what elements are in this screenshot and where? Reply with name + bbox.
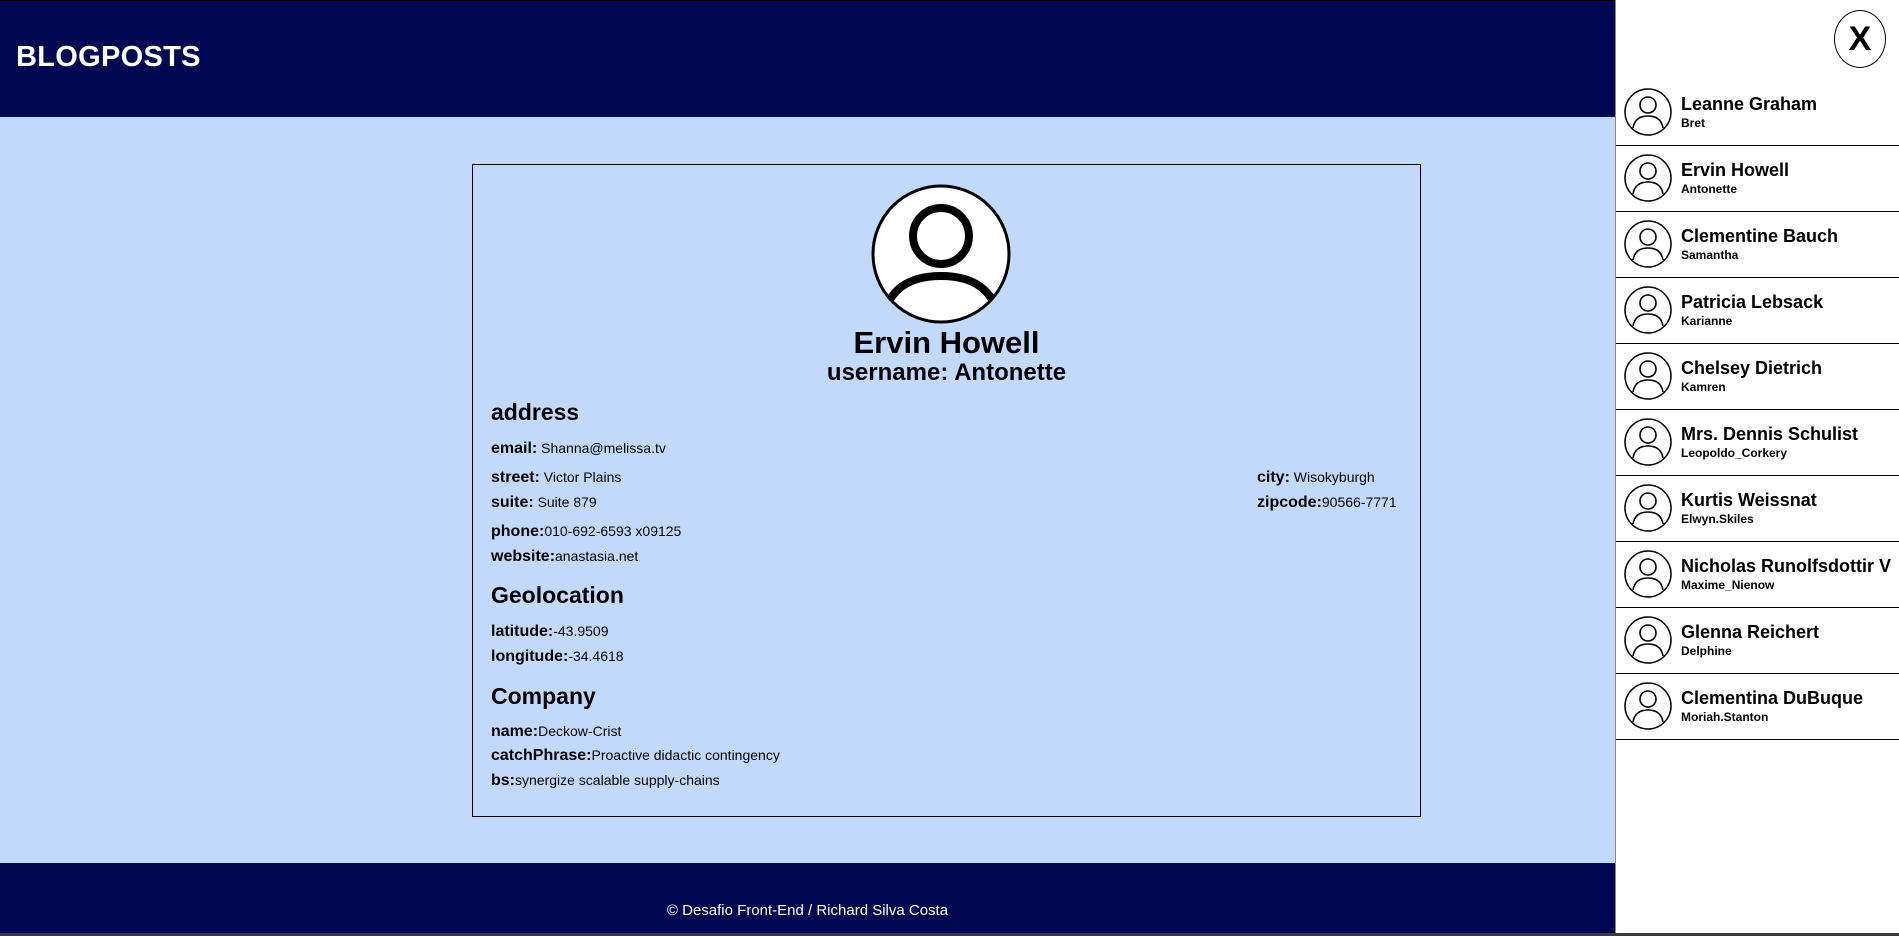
user-list-name: Chelsey Dietrich: [1681, 358, 1823, 378]
user-list-username: Samantha: [1681, 248, 1739, 262]
user-list-username: Moriah.Stanton: [1681, 710, 1769, 724]
user-list-item[interactable]: Ervin Howell Antonette: [1616, 146, 1899, 212]
user-avatar-icon: [1624, 352, 1672, 400]
bs-value: synergize scalable supply-chains: [515, 772, 720, 788]
city-value: Wisokyburgh: [1293, 469, 1375, 485]
user-list-item[interactable]: Mrs. Dennis Schulist Leopoldo_Corkery: [1616, 410, 1899, 476]
catchphrase-label: catchPhrase:: [491, 747, 592, 764]
zipcode-value: 90566-7771: [1321, 494, 1397, 510]
user-list-item[interactable]: Leanne Graham Bret: [1616, 80, 1899, 146]
user-list-item[interactable]: Nicholas Runolfsdottir V Maxime_Nienow: [1616, 542, 1899, 608]
longitude-row: longitude:-34.4618: [491, 648, 624, 666]
profile-card: Ervin Howell username: Antonette address…: [472, 164, 1421, 817]
latitude-value: -43.9509: [553, 623, 609, 639]
bs-label: bs:: [491, 772, 515, 789]
user-list-username: Kamren: [1681, 380, 1726, 394]
user-list: Leanne Graham Bret Ervin Howell Antonette Cl…: [1616, 80, 1899, 740]
user-list-name: Kurtis Weissnat: [1681, 490, 1817, 510]
user-list-username: Delphine: [1681, 644, 1732, 658]
profile-username: username: Antonette: [826, 359, 1067, 386]
user-avatar-icon: [1624, 550, 1672, 598]
company-name-row: name:Deckow-Crist: [491, 723, 621, 741]
user-avatar-icon: [1624, 286, 1672, 334]
main-content: Ervin Howell username: Antonette address…: [0, 117, 1615, 863]
user-list-username: Bret: [1681, 116, 1706, 130]
zipcode-label: zipcode:: [1257, 494, 1322, 511]
phone-value: 010-692-6593 x09125: [544, 523, 682, 539]
website-value: anastasia.net: [555, 548, 639, 564]
user-list-username: Karianne: [1681, 314, 1733, 328]
footer-copyright: © Desafio Front-End / Richard Silva Cost…: [666, 902, 949, 919]
latitude-row: latitude:-43.9509: [491, 623, 609, 641]
phone-label: phone:: [491, 523, 545, 540]
user-list-item[interactable]: Clementina DuBuque Moriah.Stanton: [1616, 674, 1899, 740]
user-list-item[interactable]: Chelsey Dietrich Kamren: [1616, 344, 1899, 410]
company-name-value: Deckow-Crist: [538, 723, 622, 739]
email-value: Shanna@melissa.tv: [541, 440, 666, 456]
user-list-name: Clementine Bauch: [1681, 226, 1839, 246]
user-list-name: Leanne Graham: [1681, 94, 1818, 114]
user-list-name: Nicholas Runolfsdottir V: [1681, 556, 1892, 576]
user-list-name: Glenna Reichert: [1681, 622, 1820, 642]
phone-row: phone:010-692-6593 x09125: [491, 523, 681, 541]
user-list-item[interactable]: Patricia Lebsack Karianne: [1616, 278, 1899, 344]
email-row: email: Shanna@melissa.tv: [491, 440, 666, 458]
geolocation-heading: Geolocation: [491, 582, 624, 608]
street-label: street:: [491, 469, 540, 486]
website-row: website:anastasia.net: [491, 548, 638, 566]
city-row: city: Wisokyburgh: [1257, 469, 1375, 487]
email-label: email:: [491, 440, 538, 457]
close-sidebar-button[interactable]: X: [1834, 10, 1886, 68]
user-list-item[interactable]: Glenna Reichert Delphine: [1616, 608, 1899, 674]
user-list-name: Ervin Howell: [1681, 160, 1790, 180]
suite-row: suite: Suite 879: [491, 494, 597, 512]
profile-name: Ervin Howell: [853, 325, 1040, 360]
user-list-name: Clementina DuBuque: [1681, 688, 1864, 708]
user-avatar-icon: [1624, 154, 1672, 202]
user-avatar-icon: [1624, 682, 1672, 730]
catchphrase-value: Proactive didactic contingency: [591, 747, 780, 763]
header-bar: BLOGPOSTS: [0, 0, 1615, 117]
city-label: city:: [1257, 469, 1290, 486]
user-list-username: Antonette: [1681, 182, 1737, 196]
street-value: Victor Plains: [543, 469, 622, 485]
user-list-item[interactable]: Clementine Bauch Samantha: [1616, 212, 1899, 278]
user-avatar-icon: [1624, 616, 1672, 664]
brand-title[interactable]: BLOGPOSTS: [16, 41, 201, 74]
latitude-label: latitude:: [491, 623, 554, 640]
user-avatar-icon: [1624, 418, 1672, 466]
users-sidebar: X Leanne Graham Bret Ervin Howell Antonette…: [1615, 0, 1899, 933]
footer-bar: © Desafio Front-End / Richard Silva Cost…: [0, 863, 1615, 933]
user-list-username: Elwyn.Skiles: [1681, 512, 1754, 526]
website-label: website:: [491, 548, 556, 565]
company-heading: Company: [491, 683, 596, 709]
longitude-value: -34.4618: [568, 648, 624, 664]
company-name-label: name:: [491, 723, 539, 740]
user-list-name: Mrs. Dennis Schulist: [1681, 424, 1859, 444]
user-list-username: Leopoldo_Corkery: [1681, 446, 1788, 460]
user-list-item[interactable]: Kurtis Weissnat Elwyn.Skiles: [1616, 476, 1899, 542]
suite-value: Suite 879: [537, 494, 597, 510]
street-row: street: Victor Plains: [491, 469, 621, 487]
user-avatar-icon: [871, 184, 1011, 324]
user-avatar-icon: [1624, 484, 1672, 532]
user-avatar-icon: [1624, 220, 1672, 268]
address-heading: address: [491, 399, 580, 425]
catchphrase-row: catchPhrase:Proactive didactic contingen…: [491, 747, 780, 765]
suite-label: suite:: [491, 494, 534, 511]
zipcode-row: zipcode:90566-7771: [1257, 494, 1397, 512]
user-list-username: Maxime_Nienow: [1681, 578, 1775, 592]
bs-row: bs:synergize scalable supply-chains: [491, 772, 720, 790]
user-list-name: Patricia Lebsack: [1681, 292, 1824, 312]
user-avatar-icon: [1624, 88, 1672, 136]
longitude-label: longitude:: [491, 648, 569, 665]
